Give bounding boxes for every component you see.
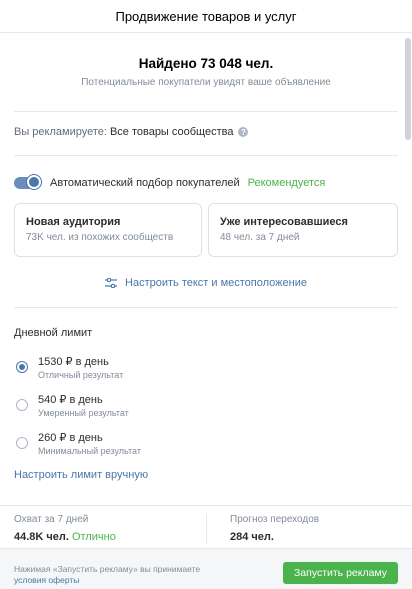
limit-option-1530[interactable]: 1530 ₽ в день Отличный результат xyxy=(16,355,123,380)
auto-select-label: Автоматический подбор покупателей xyxy=(50,177,240,189)
radio-button[interactable] xyxy=(16,361,28,373)
limit-option-label: 540 ₽ в день xyxy=(38,394,103,406)
scrollbar[interactable] xyxy=(405,38,411,140)
promo-row: Вы рекламируете: Все товары сообщества ? xyxy=(14,126,249,138)
clicks-label: Прогноз переходов xyxy=(230,514,320,525)
reach-label: Охват за 7 дней xyxy=(14,514,89,525)
recommended-badge: Рекомендуется xyxy=(247,177,326,189)
limit-option-sub: Умеренный результат xyxy=(38,408,129,418)
agreement-text: Нажимая «Запустить рекламу» вы принимает… xyxy=(14,564,244,586)
card-title: Новая аудитория xyxy=(26,216,121,228)
manual-limit-link[interactable]: Настроить лимит вручную xyxy=(14,469,148,481)
radio-button[interactable] xyxy=(16,437,28,449)
toggle-knob xyxy=(27,175,41,189)
divider xyxy=(14,307,398,308)
limit-option-sub: Минимальный результат xyxy=(38,446,141,456)
clicks-value: 284 чел. xyxy=(230,531,274,543)
launch-ad-button[interactable]: Запустить рекламу xyxy=(283,562,398,584)
auto-select-toggle[interactable] xyxy=(14,175,41,189)
stats-separator xyxy=(206,514,207,544)
auto-select-row: Автоматический подбор покупателей Рекоме… xyxy=(14,175,326,189)
promo-value: Все товары сообщества xyxy=(109,126,234,138)
card-title: Уже интересовавшиеся xyxy=(220,216,348,228)
reach-value: 44.8K чел. xyxy=(14,531,69,543)
promo-label: Вы рекламируете: xyxy=(14,126,107,138)
card-subtitle: 73K чел. из похожих сообществ xyxy=(26,232,174,243)
modal-header: Продвижение товаров и услуг xyxy=(0,0,412,33)
bottom-bar: Нажимая «Запустить рекламу» вы принимает… xyxy=(0,548,412,589)
audience-found-count: Найдено 73 048 чел. xyxy=(138,56,274,71)
limit-option-label: 1530 ₽ в день xyxy=(38,356,109,368)
offer-terms-link[interactable]: условия оферты xyxy=(14,575,79,585)
clicks-stat: Прогноз переходов 284 чел. xyxy=(230,514,319,543)
agreement-label: Нажимая «Запустить рекламу» вы принимает… xyxy=(14,564,201,574)
settings-link[interactable]: Настроить текст и местоположение xyxy=(0,277,412,289)
limit-option-sub: Отличный результат xyxy=(38,370,124,380)
limit-option-label: 260 ₽ в день xyxy=(38,432,103,444)
settings-link-label: Настроить текст и местоположение xyxy=(125,277,307,289)
audience-card-new[interactable]: Новая аудитория 73K чел. из похожих сооб… xyxy=(14,203,202,257)
radio-button[interactable] xyxy=(16,399,28,411)
help-icon[interactable]: ? xyxy=(238,127,249,137)
divider xyxy=(14,155,398,156)
audience-card-interested[interactable]: Уже интересовавшиеся 48 чел. за 7 дней xyxy=(208,203,398,257)
reach-rating: Отлично xyxy=(71,531,116,543)
modal-title: Продвижение товаров и услуг xyxy=(115,8,297,24)
divider xyxy=(14,111,398,112)
sliders-icon xyxy=(105,278,118,288)
limit-option-540[interactable]: 540 ₽ в день Умеренный результат xyxy=(16,393,129,418)
card-subtitle: 48 чел. за 7 дней xyxy=(220,232,300,243)
reach-stat: Охват за 7 дней 44.8K чел. Отлично xyxy=(14,514,116,543)
daily-limit-title: Дневной лимит xyxy=(14,327,93,339)
audience-subtitle: Потенциальные покупатели увидят ваше объ… xyxy=(81,77,331,88)
limit-option-260[interactable]: 260 ₽ в день Минимальный результат xyxy=(16,431,141,456)
stats-panel: Охват за 7 дней 44.8K чел. Отлично Прогно… xyxy=(0,505,412,547)
